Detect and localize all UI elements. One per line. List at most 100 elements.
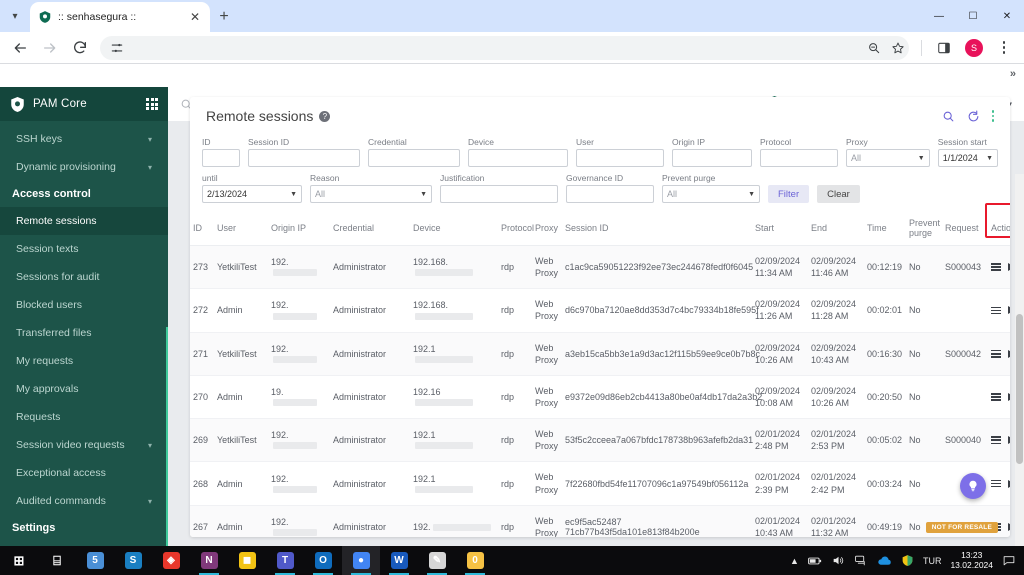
taskbar-start-icon[interactable]: ⊞ bbox=[0, 546, 38, 575]
filter-credential[interactable] bbox=[368, 149, 460, 167]
col-header-action[interactable]: Action bbox=[988, 211, 1010, 246]
session-log-icon[interactable] bbox=[991, 307, 1001, 315]
sidebar-item-audited-commands[interactable]: Audited commands ▾ bbox=[0, 487, 168, 515]
col-header-start[interactable]: Start bbox=[752, 211, 808, 246]
taskbar-task-view-icon[interactable]: ⌸ bbox=[38, 546, 76, 575]
session-log-icon[interactable] bbox=[991, 480, 1001, 488]
filter-justification[interactable] bbox=[440, 185, 558, 203]
play-icon[interactable] bbox=[1008, 480, 1010, 488]
play-icon[interactable] bbox=[1008, 350, 1010, 358]
play-icon[interactable] bbox=[1008, 393, 1010, 401]
col-header-end[interactable]: End bbox=[808, 211, 864, 246]
sidebar-item-transferred-files[interactable]: Transferred files bbox=[0, 319, 168, 347]
address-bar[interactable] bbox=[100, 36, 909, 60]
helper-bubble-button[interactable] bbox=[960, 473, 986, 499]
play-icon[interactable] bbox=[1008, 306, 1010, 314]
network-icon[interactable] bbox=[854, 554, 868, 567]
filter-device[interactable] bbox=[468, 149, 568, 167]
session-log-icon[interactable] bbox=[991, 393, 1001, 401]
help-icon[interactable]: ? bbox=[319, 111, 330, 122]
kebab-menu-icon[interactable] bbox=[992, 110, 995, 122]
filter-governance-id[interactable] bbox=[566, 185, 654, 203]
table-row[interactable]: 273 YetkiliTest 192. Administrator 192.168. r… bbox=[190, 246, 1010, 289]
minimize-button[interactable]: — bbox=[922, 0, 956, 32]
sidebar-item-my-requests[interactable]: My requests bbox=[0, 347, 168, 375]
refresh-icon[interactable] bbox=[967, 110, 980, 123]
filter-session-id[interactable] bbox=[248, 149, 360, 167]
filter-button[interactable]: Filter bbox=[768, 185, 809, 203]
taskbar-teams-icon[interactable]: T bbox=[266, 546, 304, 575]
sidebar-item-requests[interactable]: Requests bbox=[0, 403, 168, 431]
grid-apps-icon[interactable] bbox=[146, 98, 158, 110]
sidebar-item-session-video-requests[interactable]: Session video requests ▾ bbox=[0, 431, 168, 459]
col-header-proxy[interactable]: Proxy bbox=[532, 211, 562, 246]
play-icon[interactable] bbox=[1008, 436, 1010, 444]
filter-prevent-purge[interactable]: All ▼ bbox=[662, 185, 760, 203]
reload-button[interactable] bbox=[66, 34, 94, 62]
taskbar-snagit-icon[interactable]: S bbox=[114, 546, 152, 575]
close-icon[interactable]: ✕ bbox=[188, 11, 202, 23]
taskbar-outlook-icon[interactable]: O bbox=[304, 546, 342, 575]
table-row[interactable]: 271 YetkiliTest 192. Administrator 192.1 rdp W… bbox=[190, 332, 1010, 375]
sidebar-item-sessions-for-audit[interactable]: Sessions for audit bbox=[0, 263, 168, 291]
sidebar-item-exceptional-access[interactable]: Exceptional access bbox=[0, 459, 168, 487]
col-header-origin-ip[interactable]: Origin IP bbox=[268, 211, 330, 246]
back-button[interactable] bbox=[6, 34, 34, 62]
notification-icon[interactable] bbox=[1002, 554, 1016, 567]
taskbar-clock[interactable]: 13:23 13.02.2024 bbox=[950, 551, 993, 571]
taskbar-remote-desktop-icon[interactable]: ὚5 bbox=[76, 546, 114, 575]
taskbar-word-icon[interactable]: W bbox=[380, 546, 418, 575]
battery-icon[interactable] bbox=[808, 555, 822, 567]
chevron-double-right-icon[interactable]: » bbox=[1010, 68, 1016, 80]
filter-protocol[interactable] bbox=[760, 149, 838, 167]
window-close-button[interactable]: ✕ bbox=[990, 0, 1024, 32]
browser-tab[interactable]: :: senhasegura :: ✕ bbox=[30, 2, 210, 32]
session-log-icon[interactable] bbox=[991, 436, 1001, 444]
table-row[interactable]: 268 Admin 192. Administrator 192.1 rdp Web Pro… bbox=[190, 462, 1010, 505]
tune-icon[interactable] bbox=[106, 37, 128, 59]
page-scrollbar-track[interactable] bbox=[1015, 174, 1024, 575]
filter-user[interactable] bbox=[576, 149, 664, 167]
col-header-credential[interactable]: Credential bbox=[330, 211, 410, 246]
zoom-out-icon[interactable] bbox=[867, 41, 881, 55]
col-header-user[interactable]: User bbox=[214, 211, 268, 246]
new-tab-button[interactable]: + bbox=[210, 2, 238, 32]
play-icon[interactable] bbox=[1008, 263, 1010, 271]
col-header-session-id[interactable]: Session ID bbox=[562, 211, 752, 246]
maximize-button[interactable]: ☐ bbox=[956, 0, 990, 32]
taskbar-sticky-notes-icon[interactable]: ◼ bbox=[228, 546, 266, 575]
language-indicator[interactable]: TUR bbox=[923, 556, 942, 566]
profile-button[interactable]: S bbox=[960, 34, 988, 62]
cloud-icon[interactable] bbox=[877, 555, 892, 567]
col-header-device[interactable]: Device bbox=[410, 211, 498, 246]
filter-proxy[interactable]: All ▼ bbox=[846, 149, 930, 167]
sidebar-item-my-approvals[interactable]: My approvals bbox=[0, 375, 168, 403]
taskbar-paint-icon[interactable]: ✎ bbox=[418, 546, 456, 575]
col-header-time[interactable]: Time bbox=[864, 211, 906, 246]
play-icon[interactable] bbox=[1008, 523, 1010, 531]
sidebar-brand[interactable]: PAM Core bbox=[0, 87, 168, 121]
table-row[interactable]: 272 Admin 192. Administrator 192.168. rdp Web … bbox=[190, 289, 1010, 332]
table-row[interactable]: 269 YetkiliTest 192. Administrator 192.1 rdp W… bbox=[190, 419, 1010, 462]
sidebar-item-blocked-users[interactable]: Blocked users bbox=[0, 291, 168, 319]
shield-check-icon[interactable] bbox=[901, 554, 914, 567]
taskbar-chrome-icon[interactable]: ● bbox=[342, 546, 380, 575]
col-header-prevent-purge[interactable]: Prevent purge bbox=[906, 211, 942, 246]
sidebar-item-dynamic-provisioning[interactable]: Dynamic provisioning ▾ bbox=[0, 153, 168, 181]
clear-button[interactable]: Clear bbox=[817, 185, 860, 203]
session-log-icon[interactable] bbox=[991, 263, 1001, 271]
forward-button[interactable] bbox=[36, 34, 64, 62]
star-icon[interactable] bbox=[891, 41, 905, 55]
col-header-id[interactable]: ID bbox=[190, 211, 214, 246]
address-input[interactable] bbox=[134, 42, 903, 53]
col-header-request[interactable]: Request bbox=[942, 211, 988, 246]
sidebar-item-session-texts[interactable]: Session texts bbox=[0, 235, 168, 263]
taskbar-onenote-icon[interactable]: N bbox=[190, 546, 228, 575]
taskbar-file-explorer-icon[interactable]: ὜0 bbox=[456, 546, 494, 575]
filter-reason[interactable]: All ▼ bbox=[310, 185, 432, 203]
filter-session-start[interactable]: 1/1/2024 ▼ bbox=[938, 149, 998, 167]
side-panel-button[interactable] bbox=[930, 34, 958, 62]
table-row[interactable]: 267 Admin 192. Administrator 192. rdp Web Prox… bbox=[190, 505, 1010, 537]
search-icon[interactable] bbox=[942, 110, 955, 123]
sidebar-item-ssh-keys[interactable]: SSH keys ▾ bbox=[0, 125, 168, 153]
